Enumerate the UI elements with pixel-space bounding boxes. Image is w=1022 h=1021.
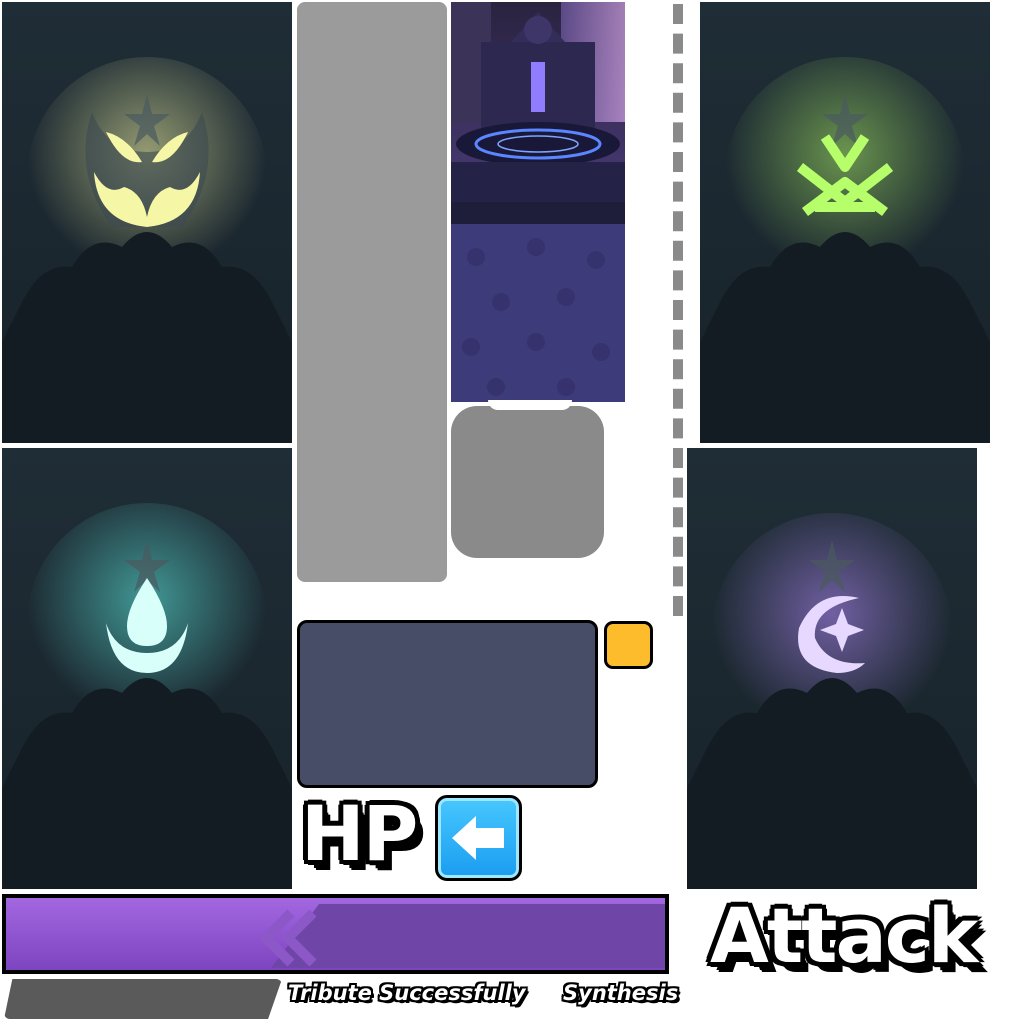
hp-label: HP bbox=[301, 789, 418, 878]
bar-dark-segment bbox=[271, 904, 665, 968]
slot-tab-notch bbox=[488, 400, 572, 410]
card-purple[interactable] bbox=[687, 448, 977, 889]
label-tab-placeholder bbox=[4, 979, 282, 1019]
card-green[interactable] bbox=[700, 2, 990, 443]
slot-tab-placeholder bbox=[451, 406, 604, 558]
back-button[interactable] bbox=[435, 795, 522, 881]
progress-bar bbox=[2, 894, 669, 974]
castle-scene-thumbnail bbox=[451, 2, 625, 402]
highlight-square[interactable] bbox=[604, 621, 653, 669]
info-panel bbox=[297, 620, 598, 788]
synthesis-label: Synthesis bbox=[563, 981, 679, 1005]
tribute-label: Tribute Successfully bbox=[288, 981, 526, 1005]
attack-label: Attack bbox=[710, 891, 978, 980]
card-yellow[interactable] bbox=[2, 2, 292, 443]
arrow-left-icon bbox=[452, 816, 504, 860]
side-panel-placeholder bbox=[297, 2, 447, 582]
dashed-divider bbox=[673, 4, 683, 616]
double-chevron-left-icon bbox=[258, 909, 317, 967]
card-cyan[interactable] bbox=[2, 448, 292, 889]
